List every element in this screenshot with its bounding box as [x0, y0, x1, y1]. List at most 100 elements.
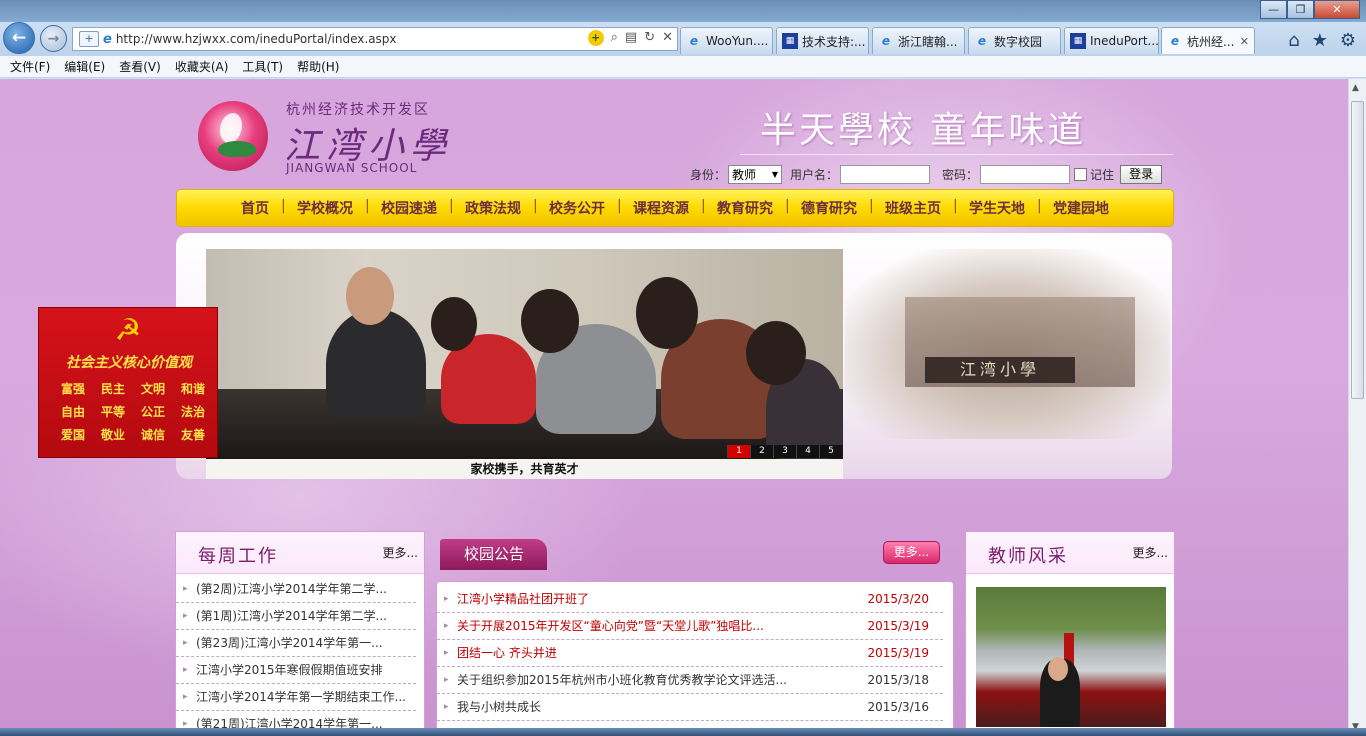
nav-campus-news[interactable]: 校园速递: [365, 198, 451, 218]
list-item[interactable]: (第1周)江湾小学2014学年第二学...: [176, 603, 416, 630]
list-item[interactable]: 江湾小学2015年寒假假期值班安排: [176, 657, 416, 684]
list-item[interactable]: 江湾小学2014学年第一学期结束工作...: [176, 684, 416, 711]
url-text[interactable]: http://www.hzjwxx.com/ineduPortal/index.…: [116, 32, 397, 46]
nav-course-resources[interactable]: 课程资源: [617, 198, 703, 218]
nav-party-building[interactable]: 党建园地: [1037, 198, 1123, 218]
tab-label: WooYun....: [706, 34, 769, 48]
app-tab-icon: ▦: [1070, 33, 1086, 49]
menu-view[interactable]: 查看(V): [119, 58, 161, 75]
favorites-star-icon[interactable]: ★: [1312, 30, 1328, 51]
address-bar[interactable]: + e http://www.hzjwxx.com/ineduPortal/in…: [72, 27, 678, 51]
scroll-thumb[interactable]: [1351, 101, 1364, 399]
menu-file[interactable]: 文件(F): [10, 58, 50, 75]
remember-checkbox[interactable]: [1074, 167, 1088, 181]
slideshow-image[interactable]: [206, 249, 843, 459]
slide-page-1[interactable]: 1: [727, 445, 750, 458]
forward-button[interactable]: →: [40, 25, 67, 52]
scroll-up-arrow-icon[interactable]: ▲: [1352, 83, 1359, 93]
username-input[interactable]: [840, 164, 931, 184]
slideshow-caption[interactable]: 家校携手，共育英才: [206, 459, 843, 479]
username-label: 用户名：: [790, 167, 839, 182]
core-values-banner[interactable]: ☭ 社会主义核心价值观 富强 民主 文明 和谐 自由 平等 公正 法治 爱国 敬…: [38, 307, 218, 458]
core-value: 法治: [180, 405, 205, 419]
tab-wooyun[interactable]: e WooYun....: [680, 27, 773, 54]
teacher-showcase-panel: 教师风采 更多...: [965, 531, 1175, 736]
role-select[interactable]: 教师 ▼: [728, 164, 783, 184]
list-item[interactable]: 关于开展2015年开发区“童心向党”暨“天堂儿歌”独唱比... 2015/3/1…: [437, 613, 943, 640]
stop-icon[interactable]: ✕: [662, 30, 673, 46]
nav-education-research[interactable]: 教育研究: [701, 198, 787, 218]
search-icon[interactable]: ⌕: [611, 30, 618, 46]
list-item[interactable]: 我与小树共成长 2015/3/16: [437, 694, 943, 721]
slide-page-4[interactable]: 4: [796, 445, 819, 458]
list-item-text[interactable]: 江湾小学2015年寒假假期值班安排: [196, 663, 383, 677]
compatibility-view-icon[interactable]: +: [79, 31, 99, 47]
list-item-text[interactable]: (第23周)江湾小学2014学年第一...: [196, 636, 383, 650]
notice-more-button[interactable]: 更多...: [883, 541, 940, 564]
maximize-button[interactable]: ❐: [1287, 0, 1314, 19]
slide-page-3[interactable]: 3: [773, 445, 796, 458]
password-input[interactable]: [980, 164, 1071, 184]
nav-school-overview[interactable]: 学校概况: [281, 198, 367, 218]
teachers-more-link[interactable]: 更多...: [1133, 544, 1168, 561]
list-item-text[interactable]: (第2周)江湾小学2014学年第二学...: [196, 582, 387, 596]
list-item[interactable]: (第2周)江湾小学2014学年第二学...: [176, 576, 416, 603]
slide-page-2[interactable]: 2: [750, 445, 773, 458]
close-window-button[interactable]: ✕: [1314, 0, 1360, 19]
back-button[interactable]: ←: [3, 22, 35, 54]
login-button[interactable]: 登录: [1120, 164, 1163, 184]
tab-hangzhou-active[interactable]: e 杭州经... ✕: [1161, 27, 1255, 54]
vertical-scrollbar[interactable]: ▲ ▼: [1348, 79, 1366, 736]
list-item[interactable]: 关于组织参加2015年杭州市小班化教育优秀教学论文评选活... 2015/3/1…: [437, 667, 943, 694]
nav-school-affairs[interactable]: 校务公开: [533, 198, 619, 218]
photo-person: [746, 321, 806, 385]
main-nav: 首页 学校概况 校园速递 政策法规 校务公开 课程资源 教育研究 德育研究 班级…: [176, 189, 1174, 227]
slide-page-5[interactable]: 5: [819, 445, 842, 458]
divider: [740, 154, 1173, 155]
school-name-en: JIANGWAN SCHOOL: [286, 161, 418, 175]
list-item-text[interactable]: 关于开展2015年开发区“童心向党”暨“天堂儿歌”独唱比...: [457, 619, 764, 633]
list-item-text[interactable]: (第1周)江湾小学2014学年第二学...: [196, 609, 387, 623]
addon-icon[interactable]: +: [587, 30, 604, 46]
nav-class-pages[interactable]: 班级主页: [869, 198, 955, 218]
list-item-text[interactable]: 江湾小学精品社团开班了: [457, 592, 589, 606]
list-item-date: 2015/3/18: [867, 673, 929, 687]
menu-favorites[interactable]: 收藏夹(A): [175, 58, 229, 75]
tab-ineduportal[interactable]: ▦ IneduPort...: [1064, 27, 1159, 54]
core-value: 和谐: [180, 382, 205, 396]
list-item[interactable]: 江湾小学精品社团开班了 2015/3/20: [437, 586, 943, 613]
school-logo[interactable]: [198, 101, 268, 171]
home-icon[interactable]: ⌂: [1288, 30, 1299, 51]
photo-school-plaque: 江湾小學: [925, 357, 1075, 383]
list-item[interactable]: (第23周)江湾小学2014学年第一...: [176, 630, 416, 657]
tab-tech-support[interactable]: ▦ 技术支持:...: [776, 27, 869, 54]
tab-digital-campus[interactable]: e 数字校园: [968, 27, 1061, 54]
password-label: 密码：: [942, 167, 979, 182]
nav-student-world[interactable]: 学生天地: [953, 198, 1039, 218]
compat-page-icon[interactable]: ▤: [625, 30, 637, 46]
core-value: 民主: [100, 382, 125, 396]
refresh-icon[interactable]: ↻: [644, 30, 655, 46]
list-item-text[interactable]: 我与小树共成长: [457, 700, 541, 714]
menu-edit[interactable]: 编辑(E): [64, 58, 105, 75]
menu-help[interactable]: 帮助(H): [297, 58, 339, 75]
nav-policies[interactable]: 政策法规: [449, 198, 535, 218]
tab-zhejiang[interactable]: e 浙江瞎翰...: [872, 27, 965, 54]
list-item[interactable]: 团结一心 齐头并进 2015/3/19: [437, 640, 943, 667]
menu-tools[interactable]: 工具(T): [242, 58, 283, 75]
core-value: 平等: [100, 405, 125, 419]
photo-person: [521, 289, 579, 353]
nav-home[interactable]: 首页: [227, 198, 283, 218]
tools-gear-icon[interactable]: ⚙: [1340, 30, 1356, 51]
windows-taskbar: [0, 728, 1366, 736]
close-tab-icon[interactable]: ✕: [1240, 35, 1249, 48]
weekly-more-link[interactable]: 更多...: [383, 544, 418, 561]
tab-label: 数字校园: [994, 34, 1043, 49]
role-label: 身份：: [690, 167, 727, 182]
nav-moral-research[interactable]: 德育研究: [785, 198, 871, 218]
minimize-button[interactable]: —: [1260, 0, 1287, 19]
list-item-text[interactable]: 关于组织参加2015年杭州市小班化教育优秀教学论文评选活...: [457, 673, 787, 687]
list-item-text[interactable]: 江湾小学2014学年第一学期结束工作...: [196, 690, 406, 704]
teacher-photo[interactable]: [976, 587, 1166, 727]
list-item-text[interactable]: 团结一心 齐头并进: [457, 646, 557, 660]
